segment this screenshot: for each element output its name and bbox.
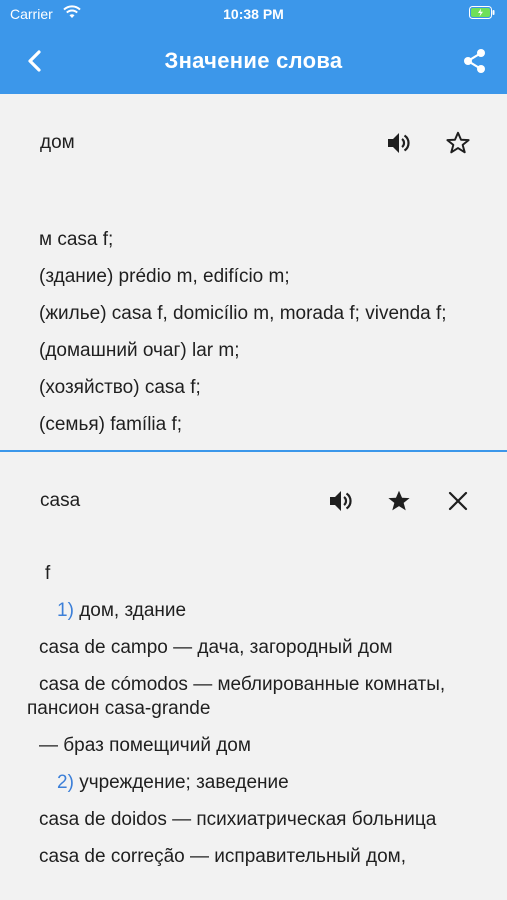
close-button[interactable]	[442, 485, 474, 517]
speaker-icon	[330, 491, 352, 511]
page-title: Значение слова	[164, 48, 343, 73]
top-definition: м casa f; (здание) prédio m, edifício m;…	[27, 228, 487, 450]
close-icon	[448, 491, 468, 511]
top-favorite-button[interactable]	[442, 127, 474, 159]
definition-line: (хозяйство) casa f;	[39, 377, 201, 398]
definition-line: (семья) família f;	[39, 414, 183, 435]
example-line: casa de correção — исправительный дом,	[39, 846, 406, 867]
share-icon	[464, 49, 485, 73]
battery-icon	[469, 6, 495, 22]
status-bar: Carrier 10:38 PM	[0, 0, 507, 30]
example-line: casa de doidos — психиатрическая больниц…	[39, 809, 437, 830]
definition-line: (здание) prédio m, edifício m;	[39, 266, 290, 287]
star-filled-icon	[388, 490, 410, 511]
definition-line: (домашний очаг) lar m;	[39, 340, 240, 361]
star-outline-icon	[446, 131, 470, 154]
navigation-bar: Значение слова	[0, 30, 507, 94]
definition-line: м casa f;	[39, 229, 114, 250]
bottom-definition: f 1) дом, здание casa de campo — дача, з…	[27, 562, 487, 882]
example-line: — браз помещичий дом	[39, 735, 251, 756]
sense-line: 1) дом, здание	[57, 600, 187, 621]
definition-line: (жилье) casa f, domicílio m, morada f; v…	[39, 303, 447, 324]
top-translation-panel: дом м casa f; (здание) prédio m, edifíci…	[0, 94, 507, 450]
example-line: casa de cómodos — меблированные комнаты,…	[27, 674, 446, 719]
bottom-speaker-button[interactable]	[325, 485, 357, 517]
app-header: Carrier 10:38 PM Значение слова	[0, 0, 507, 94]
bottom-word: casa	[40, 490, 81, 511]
speaker-icon	[388, 133, 410, 153]
bottom-translation-panel: casa f 1) дом, здание casa de campo — да…	[0, 452, 507, 900]
bottom-favorite-button[interactable]	[383, 485, 415, 517]
share-button[interactable]	[457, 44, 493, 80]
sense-line: 2) учреждение; заведение	[57, 772, 289, 793]
example-line: casa de campo — дача, загородный дом	[39, 637, 393, 658]
top-speaker-button[interactable]	[383, 127, 415, 159]
gender-line: f	[45, 563, 51, 584]
status-time: 10:38 PM	[223, 6, 284, 22]
top-word: дом	[40, 132, 75, 153]
